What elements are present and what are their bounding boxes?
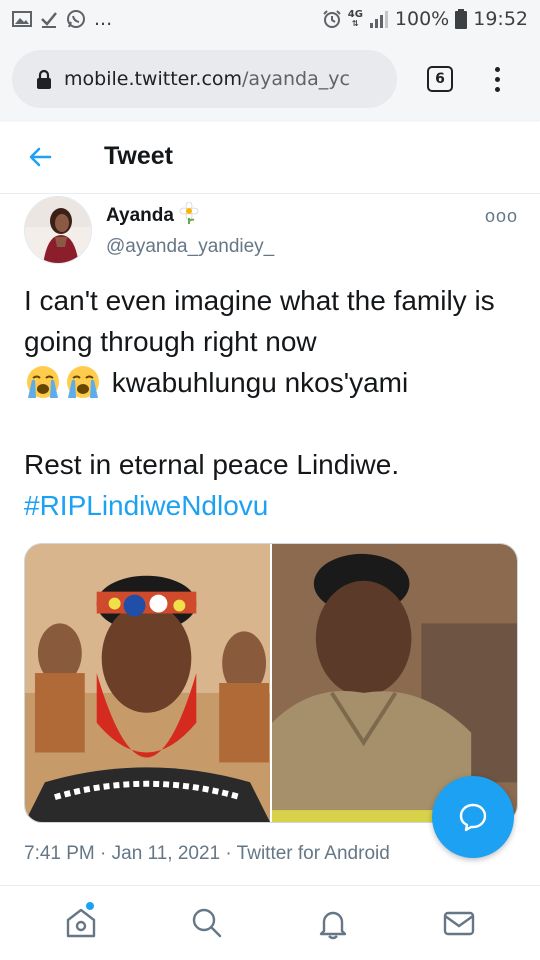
flower-icon: [178, 201, 200, 230]
tweet-photo-1[interactable]: [25, 544, 270, 822]
meta-separator-2: ·: [225, 843, 232, 864]
nav-home[interactable]: [51, 893, 111, 953]
tweet-media: [24, 543, 518, 823]
more-options-icon[interactable]: ooo: [485, 206, 518, 227]
meta-separator-1: ·: [100, 843, 107, 864]
tweet-time[interactable]: 7:41 PM: [24, 843, 95, 864]
nav-search[interactable]: [177, 893, 237, 953]
bottom-navigation: [0, 885, 540, 960]
author-handle[interactable]: @ayanda_yandiey_: [106, 236, 274, 258]
tweet-author: Ayanda @ayanda_yandiey_ ooo: [24, 196, 524, 266]
url-host: mobile.twitter.com: [64, 68, 243, 90]
speech-bubble-icon: [459, 803, 487, 832]
nav-messages[interactable]: [429, 893, 489, 953]
url-text[interactable]: mobile.twitter.com/ayanda_yc: [64, 68, 350, 90]
hashtag-link[interactable]: #RIPLindiweNdlovu: [24, 485, 520, 526]
compose-reply-button[interactable]: [432, 776, 514, 858]
loudly-crying-face-icon: [24, 365, 62, 399]
tweet-source[interactable]: Twitter for Android: [237, 843, 390, 864]
url-bar[interactable]: mobile.twitter.com/ayanda_yc: [12, 50, 397, 108]
status-right: 4G ⇅ 100% 19:52: [322, 8, 528, 30]
tweet-date[interactable]: Jan 11, 2021: [112, 843, 220, 864]
home-notification-dot: [86, 902, 94, 910]
author-names: Ayanda @ayanda_yandiey_: [106, 201, 274, 266]
avatar[interactable]: [24, 196, 92, 264]
network-arrows: ⇅: [351, 19, 359, 28]
network-label: 4G: [347, 9, 363, 20]
network-4g-icon: 4G ⇅: [347, 9, 363, 29]
status-bar: ... 4G ⇅ 100% 19:52: [0, 0, 540, 38]
url-path: /ayanda_yc: [242, 68, 350, 90]
author-name-text: Ayanda: [106, 205, 174, 226]
signal-icon: [369, 10, 389, 28]
tab-switcher-button[interactable]: 6: [427, 66, 453, 92]
whatsapp-icon: [66, 9, 86, 29]
download-done-icon: [40, 10, 58, 28]
battery-percent: 100%: [394, 8, 450, 30]
author-display-name[interactable]: Ayanda: [106, 201, 274, 230]
tweet-line-2-text: kwabuhlungu nkos'yami: [111, 367, 409, 398]
lock-icon[interactable]: [36, 69, 52, 89]
messages-icon: [443, 911, 475, 936]
tweet-line-3: Rest in eternal peace Lindiwe.: [24, 449, 400, 480]
tweet-timestamp: 7:41 PM · Jan 11, 2021 · Twitter for And…: [24, 843, 390, 865]
tweet-text: I can't even imagine what the family is …: [24, 280, 520, 526]
browser-menu-icon[interactable]: [495, 66, 500, 92]
browser-toolbar: mobile.twitter.com/ayanda_yc 6: [0, 38, 540, 120]
status-time: 19:52: [473, 8, 528, 30]
battery-icon: [455, 9, 468, 29]
more-notifications-icon: ...: [94, 8, 113, 30]
back-arrow-icon[interactable]: [28, 143, 56, 171]
home-icon: [66, 908, 96, 938]
tweet-header: Tweet: [0, 120, 540, 194]
status-left: ...: [12, 8, 112, 30]
notifications-icon: [319, 911, 347, 940]
page-title: Tweet: [104, 142, 173, 170]
alarm-icon: [322, 9, 342, 29]
tweet-line-1: I can't even imagine what the family is …: [24, 285, 495, 357]
nav-notifications[interactable]: [303, 893, 363, 953]
gallery-icon: [12, 11, 32, 27]
loudly-crying-face-icon-2: [64, 365, 102, 399]
search-icon: [192, 908, 222, 938]
tweet-line-2: kwabuhlungu nkos'yami: [24, 362, 520, 403]
